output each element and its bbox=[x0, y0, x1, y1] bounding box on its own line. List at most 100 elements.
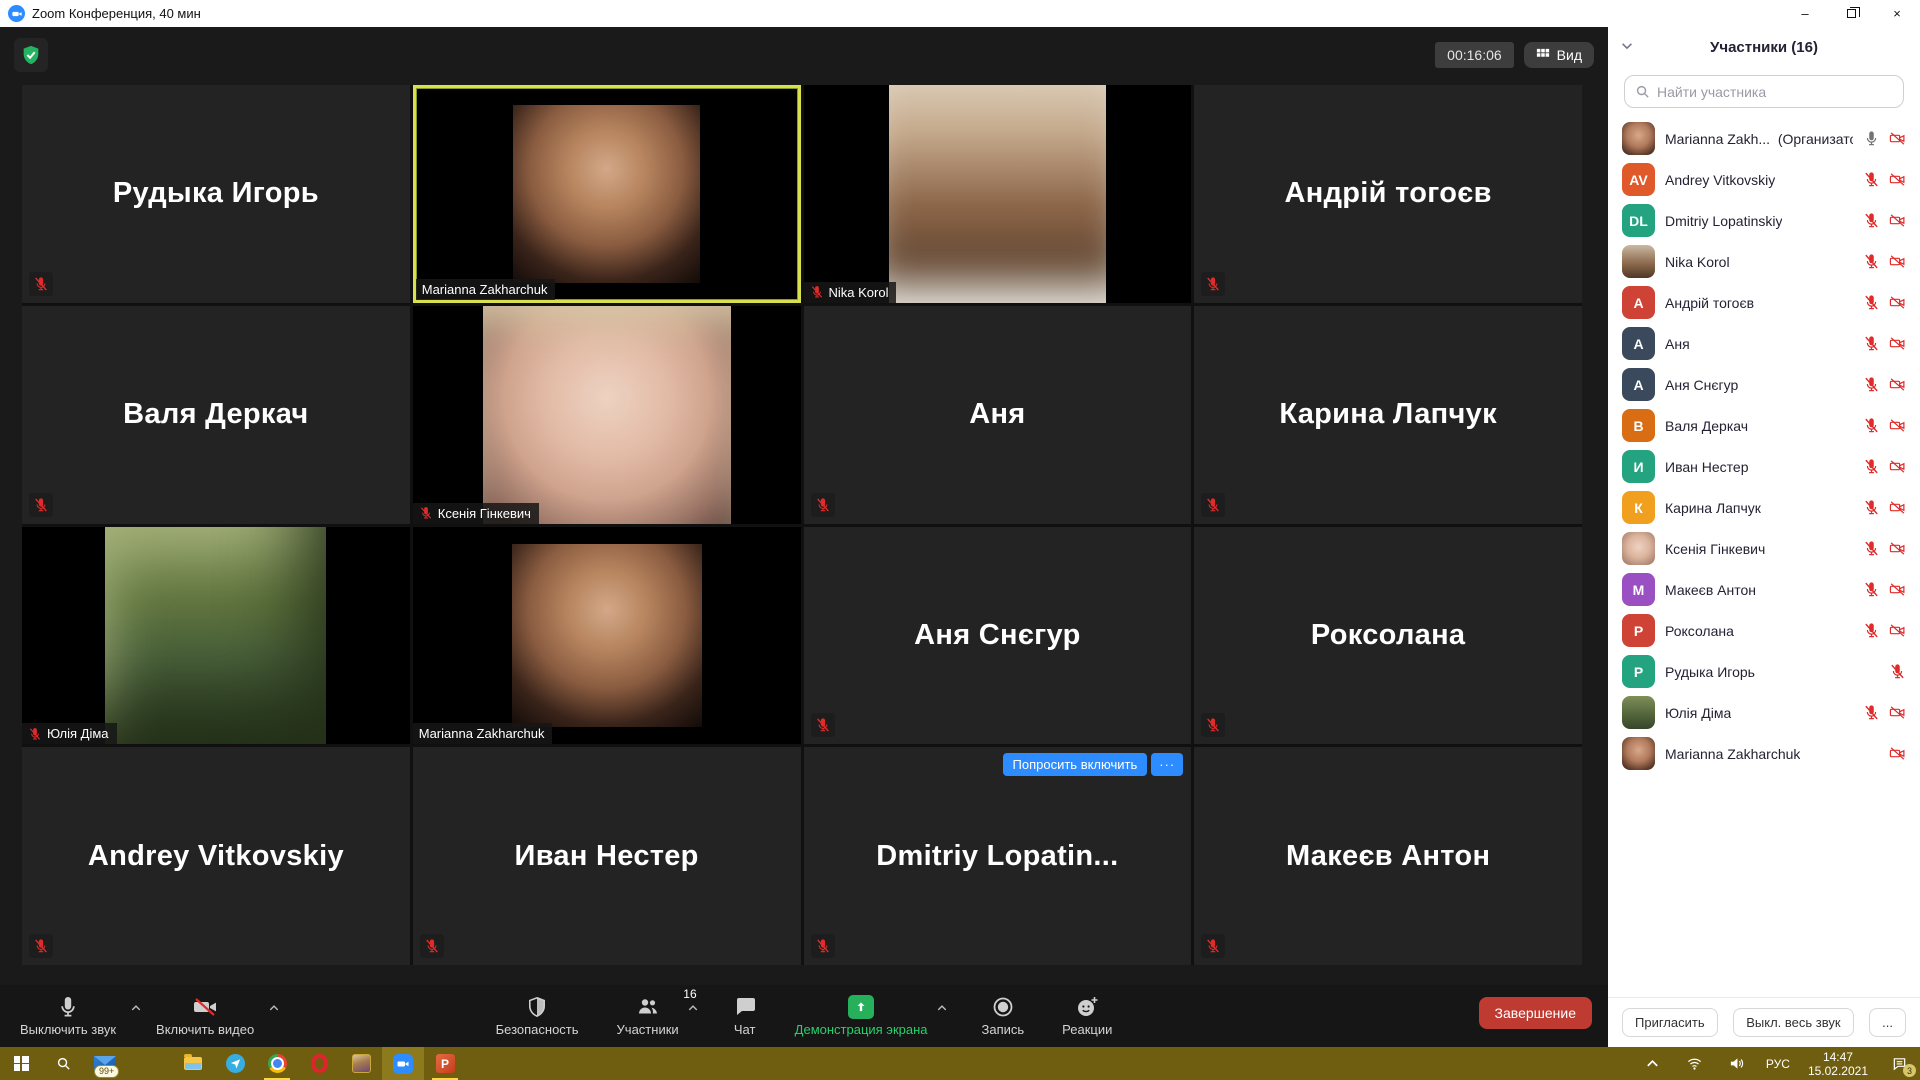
participant-name: Макеєв Антон bbox=[1665, 582, 1756, 598]
panel-collapse-chevron-icon[interactable] bbox=[1620, 39, 1634, 58]
video-tile[interactable]: Иван Нестер bbox=[413, 747, 801, 965]
participant-row[interactable]: И Иван Нестер bbox=[1608, 446, 1920, 487]
video-tile[interactable]: Рудыка Игорь bbox=[22, 85, 410, 303]
participant-row[interactable]: А Аня Снєгур bbox=[1608, 364, 1920, 405]
participant-row[interactable]: К Карина Лапчук bbox=[1608, 487, 1920, 528]
folder-icon bbox=[184, 1057, 202, 1070]
tray-notifications-button[interactable]: 3 bbox=[1878, 1047, 1920, 1080]
participant-row[interactable]: Р Роксолана bbox=[1608, 610, 1920, 651]
tray-volume[interactable] bbox=[1716, 1047, 1758, 1080]
participant-row[interactable]: А Аня bbox=[1608, 323, 1920, 364]
participant-name: Аня Снєгур bbox=[914, 619, 1080, 652]
avatar: А bbox=[1622, 286, 1655, 319]
muted-mic-icon bbox=[1201, 713, 1225, 737]
video-tile[interactable]: Валя Деркач bbox=[22, 306, 410, 524]
start-video-button[interactable]: Включить видео bbox=[150, 991, 260, 1041]
restore-button[interactable] bbox=[1828, 0, 1874, 27]
taskbar-photos-button[interactable] bbox=[340, 1047, 382, 1080]
photos-icon bbox=[352, 1054, 371, 1073]
muted-mic-icon bbox=[1201, 272, 1225, 296]
video-tile[interactable]: Роксолана bbox=[1194, 527, 1582, 745]
participant-row[interactable]: Юлія Діма bbox=[1608, 692, 1920, 733]
close-button[interactable]: × bbox=[1874, 0, 1920, 27]
camera-off-icon bbox=[1889, 458, 1906, 475]
panel-more-button[interactable]: ... bbox=[1869, 1008, 1906, 1037]
muted-mic-icon bbox=[29, 272, 53, 296]
video-tile[interactable]: Аня bbox=[804, 306, 1192, 524]
telegram-icon bbox=[226, 1054, 245, 1073]
participant-name-label: Nika Korol bbox=[804, 282, 897, 303]
video-tile[interactable]: Попросить включить ··· Dmitriy Lopatin..… bbox=[804, 747, 1192, 965]
view-button[interactable]: Вид bbox=[1524, 42, 1594, 68]
participant-row[interactable]: Ксенія Гінкевич bbox=[1608, 528, 1920, 569]
mute-all-button[interactable]: Выкл. весь звук bbox=[1733, 1008, 1853, 1037]
security-button[interactable]: Безопасность bbox=[490, 991, 585, 1041]
camera-off-icon bbox=[1889, 171, 1906, 188]
participant-row[interactable]: В Валя Деркач bbox=[1608, 405, 1920, 446]
muted-mic-icon bbox=[1863, 622, 1880, 639]
chat-button[interactable]: Чат bbox=[727, 991, 763, 1041]
taskbar-file-explorer-button[interactable] bbox=[172, 1047, 214, 1080]
participant-row[interactable]: Marianna Zakharchuk bbox=[1608, 733, 1920, 774]
window-titlebar: Zoom Конференция, 40 мин – × bbox=[0, 0, 1920, 27]
taskbar-opera-button[interactable] bbox=[298, 1047, 340, 1080]
video-tile[interactable]: Ксенія Гінкевич bbox=[413, 306, 801, 524]
video-tile[interactable]: Marianna Zakharchuk bbox=[413, 527, 801, 745]
reactions-button[interactable]: Реакции bbox=[1056, 991, 1118, 1041]
camera-off-icon bbox=[1889, 212, 1906, 229]
avatar bbox=[1622, 696, 1655, 729]
participant-name: Андрій тогоєв bbox=[1285, 177, 1492, 210]
participant-video bbox=[512, 544, 702, 727]
video-tile[interactable]: Макеєв Антон bbox=[1194, 747, 1582, 965]
participant-row[interactable]: М Макеєв Антон bbox=[1608, 569, 1920, 610]
taskbar-mail-button[interactable]: 99+ bbox=[84, 1047, 126, 1080]
muted-mic-icon bbox=[811, 713, 835, 737]
video-tile[interactable]: Юлія Діма bbox=[22, 527, 410, 745]
record-button[interactable]: Запись bbox=[976, 991, 1031, 1041]
tray-expand-chevron[interactable] bbox=[1632, 1047, 1674, 1080]
avatar: И bbox=[1622, 450, 1655, 483]
video-tile[interactable]: Андрій тогоєв bbox=[1194, 85, 1582, 303]
participant-row[interactable]: AV Andrey Vitkovskiy bbox=[1608, 159, 1920, 200]
mute-button[interactable]: Выключить звук bbox=[14, 991, 122, 1041]
tray-clock[interactable]: 14:47 15.02.2021 bbox=[1798, 1047, 1878, 1080]
participant-row[interactable]: Р Рудыка Игорь bbox=[1608, 651, 1920, 692]
video-tile[interactable]: Nika Korol bbox=[804, 85, 1192, 303]
ask-to-unmute-button[interactable]: Попросить включить bbox=[1003, 753, 1148, 776]
taskbar-search-button[interactable] bbox=[42, 1047, 84, 1080]
muted-mic-icon bbox=[1201, 934, 1225, 958]
start-button[interactable] bbox=[0, 1047, 42, 1080]
participants-button[interactable]: 16 Участники bbox=[611, 991, 685, 1041]
audio-options-chevron[interactable] bbox=[128, 997, 144, 1023]
video-tile-active-speaker[interactable]: Marianna Zakharchuk bbox=[413, 85, 801, 303]
tray-wifi[interactable] bbox=[1674, 1047, 1716, 1080]
video-tile[interactable]: Andrey Vitkovskiy bbox=[22, 747, 410, 965]
taskbar-zoom-button[interactable] bbox=[382, 1047, 424, 1080]
invite-button[interactable]: Пригласить bbox=[1622, 1008, 1718, 1037]
camera-off-icon bbox=[193, 995, 217, 1019]
muted-mic-icon bbox=[1863, 499, 1880, 516]
video-tile[interactable]: Аня Снєгур bbox=[804, 527, 1192, 745]
share-options-chevron[interactable] bbox=[934, 997, 950, 1023]
video-options-chevron[interactable] bbox=[266, 997, 282, 1023]
participant-row[interactable]: DL Dmitriy Lopatinskiy bbox=[1608, 200, 1920, 241]
participant-name: Карина Лапчук bbox=[1279, 398, 1497, 431]
participant-row[interactable]: Marianna Zakh... (Организатор, я) bbox=[1608, 118, 1920, 159]
avatar: Р bbox=[1622, 614, 1655, 647]
end-meeting-button[interactable]: Завершение bbox=[1479, 997, 1592, 1029]
meeting-info-shield-button[interactable] bbox=[14, 38, 48, 72]
tray-language[interactable]: РУС bbox=[1758, 1047, 1798, 1080]
taskbar-chrome-button[interactable] bbox=[256, 1047, 298, 1080]
participant-name: Аня bbox=[1665, 336, 1690, 352]
participant-name-label: Юлія Діма bbox=[22, 723, 117, 744]
participant-row[interactable]: Nika Korol bbox=[1608, 241, 1920, 282]
tile-more-button[interactable]: ··· bbox=[1151, 753, 1183, 776]
participant-row[interactable]: А Андрій тогоєв bbox=[1608, 282, 1920, 323]
search-participant-input[interactable] bbox=[1657, 84, 1893, 100]
share-screen-button[interactable]: Демонстрация экрана bbox=[789, 991, 934, 1041]
video-tile[interactable]: Карина Лапчук bbox=[1194, 306, 1582, 524]
taskbar-telegram-button[interactable] bbox=[214, 1047, 256, 1080]
minimize-button[interactable]: – bbox=[1782, 0, 1828, 27]
taskbar-powerpoint-button[interactable]: P bbox=[424, 1047, 466, 1080]
windows-taskbar: 99+ P РУС 14:47 15.02.2021 3 bbox=[0, 1047, 1920, 1080]
